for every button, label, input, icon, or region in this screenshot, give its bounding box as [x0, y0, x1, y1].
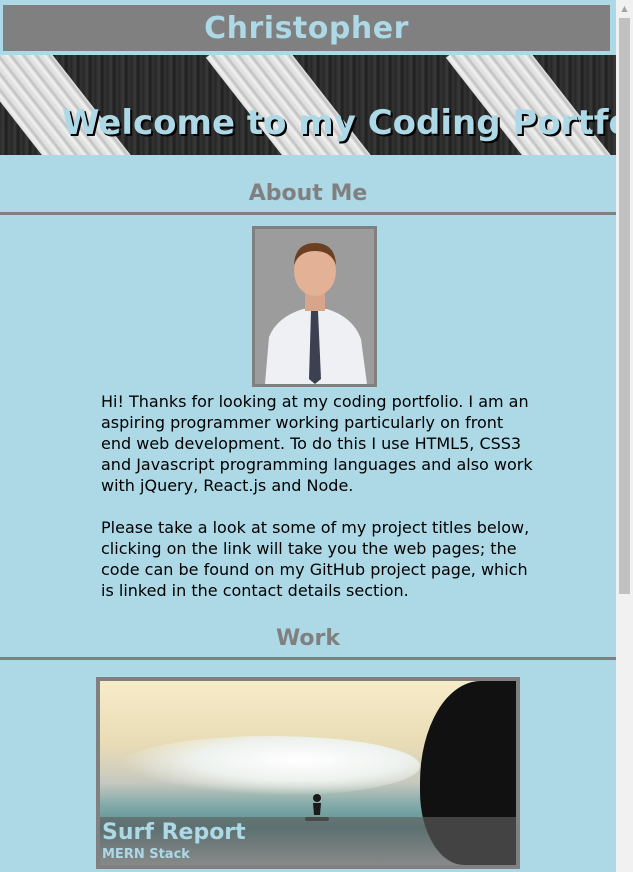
work-divider: [0, 657, 616, 660]
site-name: Christopher: [204, 10, 409, 46]
project-subtitle: MERN Stack: [102, 847, 190, 862]
profile-photo: [252, 226, 377, 387]
about-heading: About Me: [248, 181, 368, 206]
person-icon: [255, 229, 374, 384]
project-card-surf-report[interactable]: Surf Report MERN Stack: [96, 677, 520, 869]
scrollbar-thumb[interactable]: [619, 18, 630, 594]
scroll-up-arrow-icon[interactable]: ▲: [616, 0, 633, 17]
work-heading: Work: [275, 626, 341, 651]
about-paragraph: Please take a look at some of my project…: [101, 518, 530, 600]
project-title[interactable]: Surf Report: [102, 820, 246, 845]
about-divider: [0, 212, 616, 215]
hero-title: Welcome to my Coding Portfolio!: [62, 103, 616, 143]
page: Welcome to my Coding Portfolio! Christop…: [0, 0, 616, 872]
vertical-scrollbar[interactable]: ▲: [616, 0, 633, 872]
about-text: Hi! Thanks for looking at my coding port…: [101, 391, 537, 622]
site-header: Christopher: [1, 3, 612, 53]
wave-image: [120, 736, 420, 796]
about-paragraph: Hi! Thanks for looking at my coding port…: [101, 392, 533, 495]
